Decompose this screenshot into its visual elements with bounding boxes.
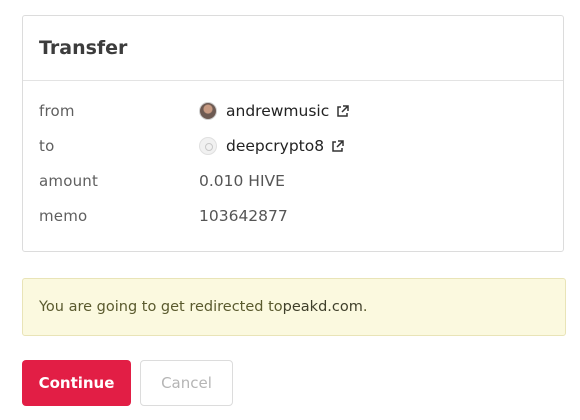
to-label: to [39,137,55,155]
continue-button[interactable]: Continue [22,360,131,406]
transfer-card: Transfer from andrewmusic to deepcrypto8… [22,15,564,252]
redirect-notice: You are going to get redirected to peakd… [22,278,566,336]
notice-prefix: You are going to get redirected to [39,299,283,315]
from-label: from [39,102,75,120]
cancel-button[interactable]: Cancel [140,360,233,406]
to-avatar [199,137,217,155]
from-avatar [199,102,217,120]
external-link-icon[interactable] [331,139,344,153]
notice-domain: peakd.com [282,299,363,315]
card-header: Transfer [23,16,563,81]
memo-value: 103642877 [199,207,288,225]
to-value[interactable]: deepcrypto8 [199,137,344,155]
amount-value: 0.010 HIVE [199,172,285,190]
to-username[interactable]: deepcrypto8 [226,137,324,155]
to-row: to deepcrypto8 [39,135,563,157]
from-row: from andrewmusic [39,100,563,122]
memo-label: memo [39,207,88,225]
amount-label: amount [39,172,99,190]
from-username[interactable]: andrewmusic [226,102,329,120]
from-value[interactable]: andrewmusic [199,102,349,120]
card-title: Transfer [39,37,128,59]
notice-suffix: . [362,299,368,315]
memo-row: memo 103642877 [39,205,563,227]
external-link-icon[interactable] [336,104,349,118]
amount-row: amount 0.010 HIVE [39,170,563,192]
